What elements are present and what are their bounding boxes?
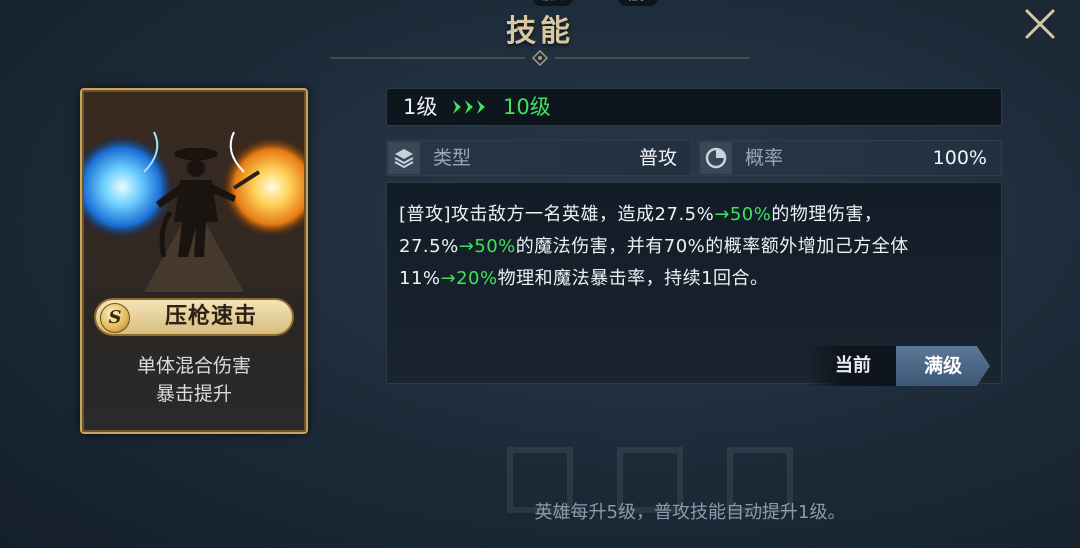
upgrade-value-highlight: →50% xyxy=(458,236,516,257)
rate-value: 100% xyxy=(932,147,987,169)
description-segment: [普攻]攻击敌方一名英雄，造成27.5% xyxy=(399,204,715,225)
skill-summary-line2: 暴击提升 xyxy=(155,383,232,405)
rank-s-badge: S xyxy=(100,303,130,333)
top-bar: 族人 猎手 技能 xyxy=(0,0,1080,70)
skill-card: S 压枪速击 单体混合伤害 暴击提升 xyxy=(80,88,308,434)
footer-note: 英雄每升5级，普攻技能自动提升1级。 xyxy=(534,502,846,523)
triple-chevron-right-icon xyxy=(453,100,485,114)
rate-label: 概率 xyxy=(745,147,784,169)
layers-icon xyxy=(388,142,420,174)
close-icon[interactable] xyxy=(1022,6,1058,42)
type-label: 类型 xyxy=(433,147,472,169)
level-to: 10级 xyxy=(503,95,551,119)
max-level-button[interactable]: 满级 xyxy=(896,346,990,386)
current-level-button[interactable]: 当前 xyxy=(806,346,900,386)
upgrade-value-highlight: →50% xyxy=(714,204,772,225)
skill-art-image xyxy=(84,92,304,292)
skill-summary-line1: 单体混合伤害 xyxy=(136,355,251,377)
type-value: 普攻 xyxy=(638,147,677,169)
type-info-box: 类型 普攻 xyxy=(386,140,692,176)
upgrade-value-highlight: →20% xyxy=(440,268,498,289)
skill-summary: 单体混合伤害 暴击提升 xyxy=(82,352,306,408)
skill-name-plate: S 压枪速击 xyxy=(94,298,294,336)
page-title: 技能 xyxy=(506,14,574,49)
rate-info-box: 概率 100% xyxy=(698,140,1002,176)
level-from: 1级 xyxy=(403,95,438,119)
skill-description-text: [普攻]攻击敌方一名英雄，造成27.5%→50%的物理伤害，27.5%→50%的… xyxy=(399,199,991,295)
title-ornament-icon xyxy=(330,50,750,66)
skill-name: 压枪速击 xyxy=(164,304,257,329)
description-segment: 物理和魔法暴击率，持续1回合。 xyxy=(497,268,769,289)
level-bar: 1级 10级 xyxy=(386,88,1002,126)
pie-chart-icon xyxy=(700,142,732,174)
level-toggle: 当前 满级 xyxy=(806,346,990,386)
